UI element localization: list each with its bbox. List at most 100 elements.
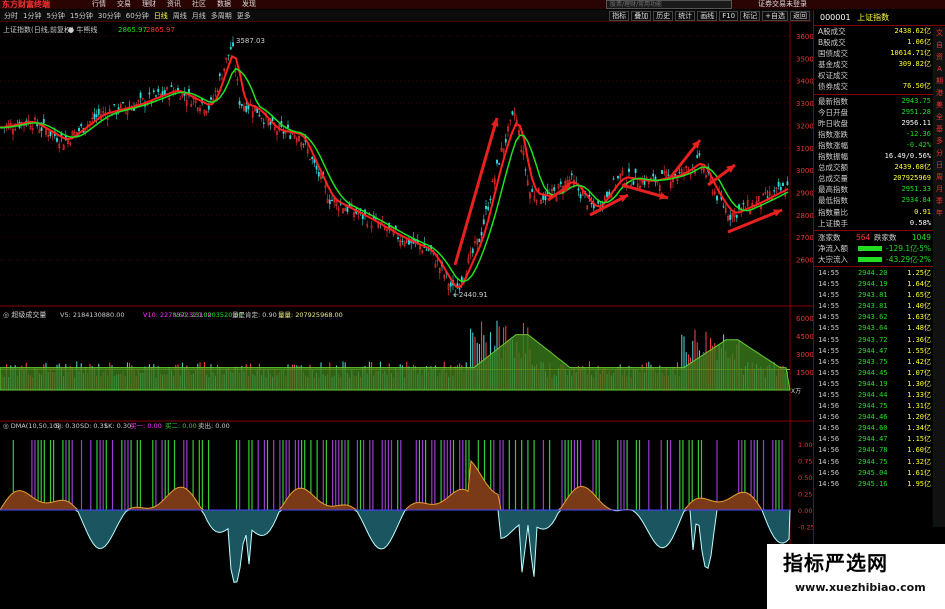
up-count-label: 涨家数	[818, 232, 841, 242]
stat-label: 总成交量	[818, 174, 848, 184]
candle-body	[157, 88, 160, 93]
stat-label: B股成交	[818, 38, 846, 48]
stat-label: 国债成交	[818, 49, 848, 59]
v5-label: V5: 2184130880.00	[60, 311, 125, 319]
tick-price: 2943.75	[858, 357, 888, 366]
stat-label: 上证换手	[818, 218, 848, 228]
price-tick-label: 2900	[796, 189, 813, 197]
candle-body	[696, 155, 699, 158]
tick-price: 2944.19	[858, 379, 888, 388]
price-tick-label: 2700	[796, 234, 813, 242]
candle-body	[262, 122, 265, 124]
flow-bar	[858, 245, 882, 251]
candle-body	[716, 195, 718, 201]
stat-value: 76.50亿	[902, 82, 931, 91]
tick-time: 14:56	[818, 479, 840, 488]
flow-pct: -2%	[916, 254, 931, 264]
tick-row: 14:55 2944.19 1.30亿	[814, 379, 945, 390]
tick-row: 14:56 2945.16 1.95亿	[814, 479, 945, 490]
down-count: 1049	[911, 232, 931, 242]
sidebar-tab-3[interactable]: A	[934, 63, 945, 75]
flow-rows: 净流入额 -129.1亿 -5% 大宗流入 -43.29亿 -2%	[814, 243, 945, 265]
sidebar-tab-0[interactable]: 文	[934, 27, 945, 39]
stat-row: 指数振幅 16.49/0.56%	[814, 151, 945, 162]
sidebar-tab-13[interactable]: 月	[934, 183, 945, 195]
chart-title: 上证指数(日线,前复权)	[3, 25, 74, 34]
candle-body	[559, 181, 562, 184]
candle-body	[606, 191, 608, 197]
dma-positive-area	[0, 459, 790, 511]
tick-row: 14:55 2944.45 1.07亿	[814, 368, 945, 379]
tick-row: 14:55 2943.64 1.48亿	[814, 323, 945, 334]
candle-body	[480, 231, 483, 236]
candle-body	[766, 196, 769, 198]
tick-volume: 1.60亿	[907, 446, 931, 455]
tick-price: 2943.81	[858, 291, 888, 300]
sidebar-tab-9[interactable]: 多	[934, 135, 945, 147]
tick-time: 14:55	[818, 313, 840, 322]
candle-body	[628, 168, 630, 172]
tick-price: 2944.46	[858, 413, 888, 422]
candlestick-series	[1, 36, 789, 297]
flow-row: 大宗流入 -43.29亿 -2%	[814, 254, 945, 265]
tick-volume: 1.64亿	[907, 280, 931, 289]
down-count-label: 跌家数	[874, 232, 897, 242]
tick-time: 14:56	[818, 402, 840, 411]
flow-label: 净流入额	[818, 243, 848, 253]
candle-body	[661, 170, 663, 174]
candle-body	[258, 115, 261, 117]
sidebar-tab-14[interactable]: 季	[934, 195, 945, 207]
stat-row: 最高指数 2951.33	[814, 184, 945, 195]
ma-value: 2865.97	[118, 26, 147, 34]
tick-time: 14:55	[818, 280, 840, 289]
sidebar-tab-12[interactable]: 周	[934, 171, 945, 183]
candle-body	[667, 174, 670, 176]
sidebar-tab-2[interactable]: 资	[934, 51, 945, 63]
tick-row: 14:55 2944.20 1.25亿	[814, 268, 945, 279]
stock-name: 上证指数	[857, 13, 890, 22]
candle-body	[478, 238, 481, 243]
sidebar-tab-7[interactable]: 全	[934, 111, 945, 123]
dma-signal-bars	[12, 440, 783, 510]
candle-body	[232, 42, 234, 47]
candle-body	[78, 128, 80, 132]
stat-label: 指数量比	[818, 207, 848, 217]
stat-label: 昨日收盘	[818, 118, 848, 128]
tick-time: 14:56	[818, 457, 840, 466]
stat-row: 指数涨幅 -0.42%	[814, 140, 945, 151]
sidebar-tab-1[interactable]: 自	[934, 39, 945, 51]
sidebar-tab-4[interactable]: 期	[934, 75, 945, 87]
tick-price: 2943.72	[858, 335, 888, 344]
chart-area[interactable]: 3600 3500 3400 3300 3200 3100 3000 2900 2800 2700…	[0, 0, 813, 609]
volume-tick-label: 15000	[796, 369, 813, 377]
stat-row: 国债成交 10614.71亿	[814, 48, 945, 59]
candle-body	[504, 138, 507, 143]
candle-body	[97, 108, 100, 115]
up-count: 564	[856, 232, 871, 242]
green-ma-line	[0, 67, 789, 283]
stat-row: 指数量比 0.91	[814, 207, 945, 218]
quote-title: 000001 上证指数	[814, 10, 945, 26]
stat-label: 债券成交	[818, 82, 848, 92]
tick-price: 2944.20	[858, 268, 888, 277]
tick-volume: 1.07亿	[907, 368, 931, 377]
tick-time: 14:55	[818, 346, 840, 355]
stat-value: -12.36	[905, 129, 931, 138]
sidebar-tab-5[interactable]: 港	[934, 87, 945, 99]
stat-row: 基金成交 309.82亿	[814, 59, 945, 70]
trend-arrow	[453, 117, 499, 266]
flow-pct: -5%	[916, 243, 931, 253]
turnover-rows: A股成交 2438.62亿 B股成交 1.06亿 国债成交 10614.71亿 基金成交 30…	[814, 26, 945, 93]
tick-price: 2944.75	[858, 457, 888, 466]
tick-list[interactable]: 14:55 2944.20 1.25亿 14:55 2944.19 1.64亿 14:55 2…	[814, 268, 945, 490]
sidebar-tab-8[interactable]: 基	[934, 123, 945, 135]
sidebar-tab-6[interactable]: 美	[934, 99, 945, 111]
red-trend-line	[0, 54, 789, 288]
candle-body	[56, 137, 58, 142]
index-stats: 最新指数 2943.75 今日开盘 2951.28 昨日收盘 2956.11 指数涨跌 -12…	[814, 96, 945, 229]
sidebar-tab-11[interactable]: 日	[934, 159, 945, 171]
sidebar-tab-15[interactable]: 年	[934, 207, 945, 219]
stat-value: 16.49/0.56%	[884, 152, 931, 161]
dma-negative-area	[0, 509, 791, 583]
sidebar-tab-10[interactable]: 分	[934, 147, 945, 159]
